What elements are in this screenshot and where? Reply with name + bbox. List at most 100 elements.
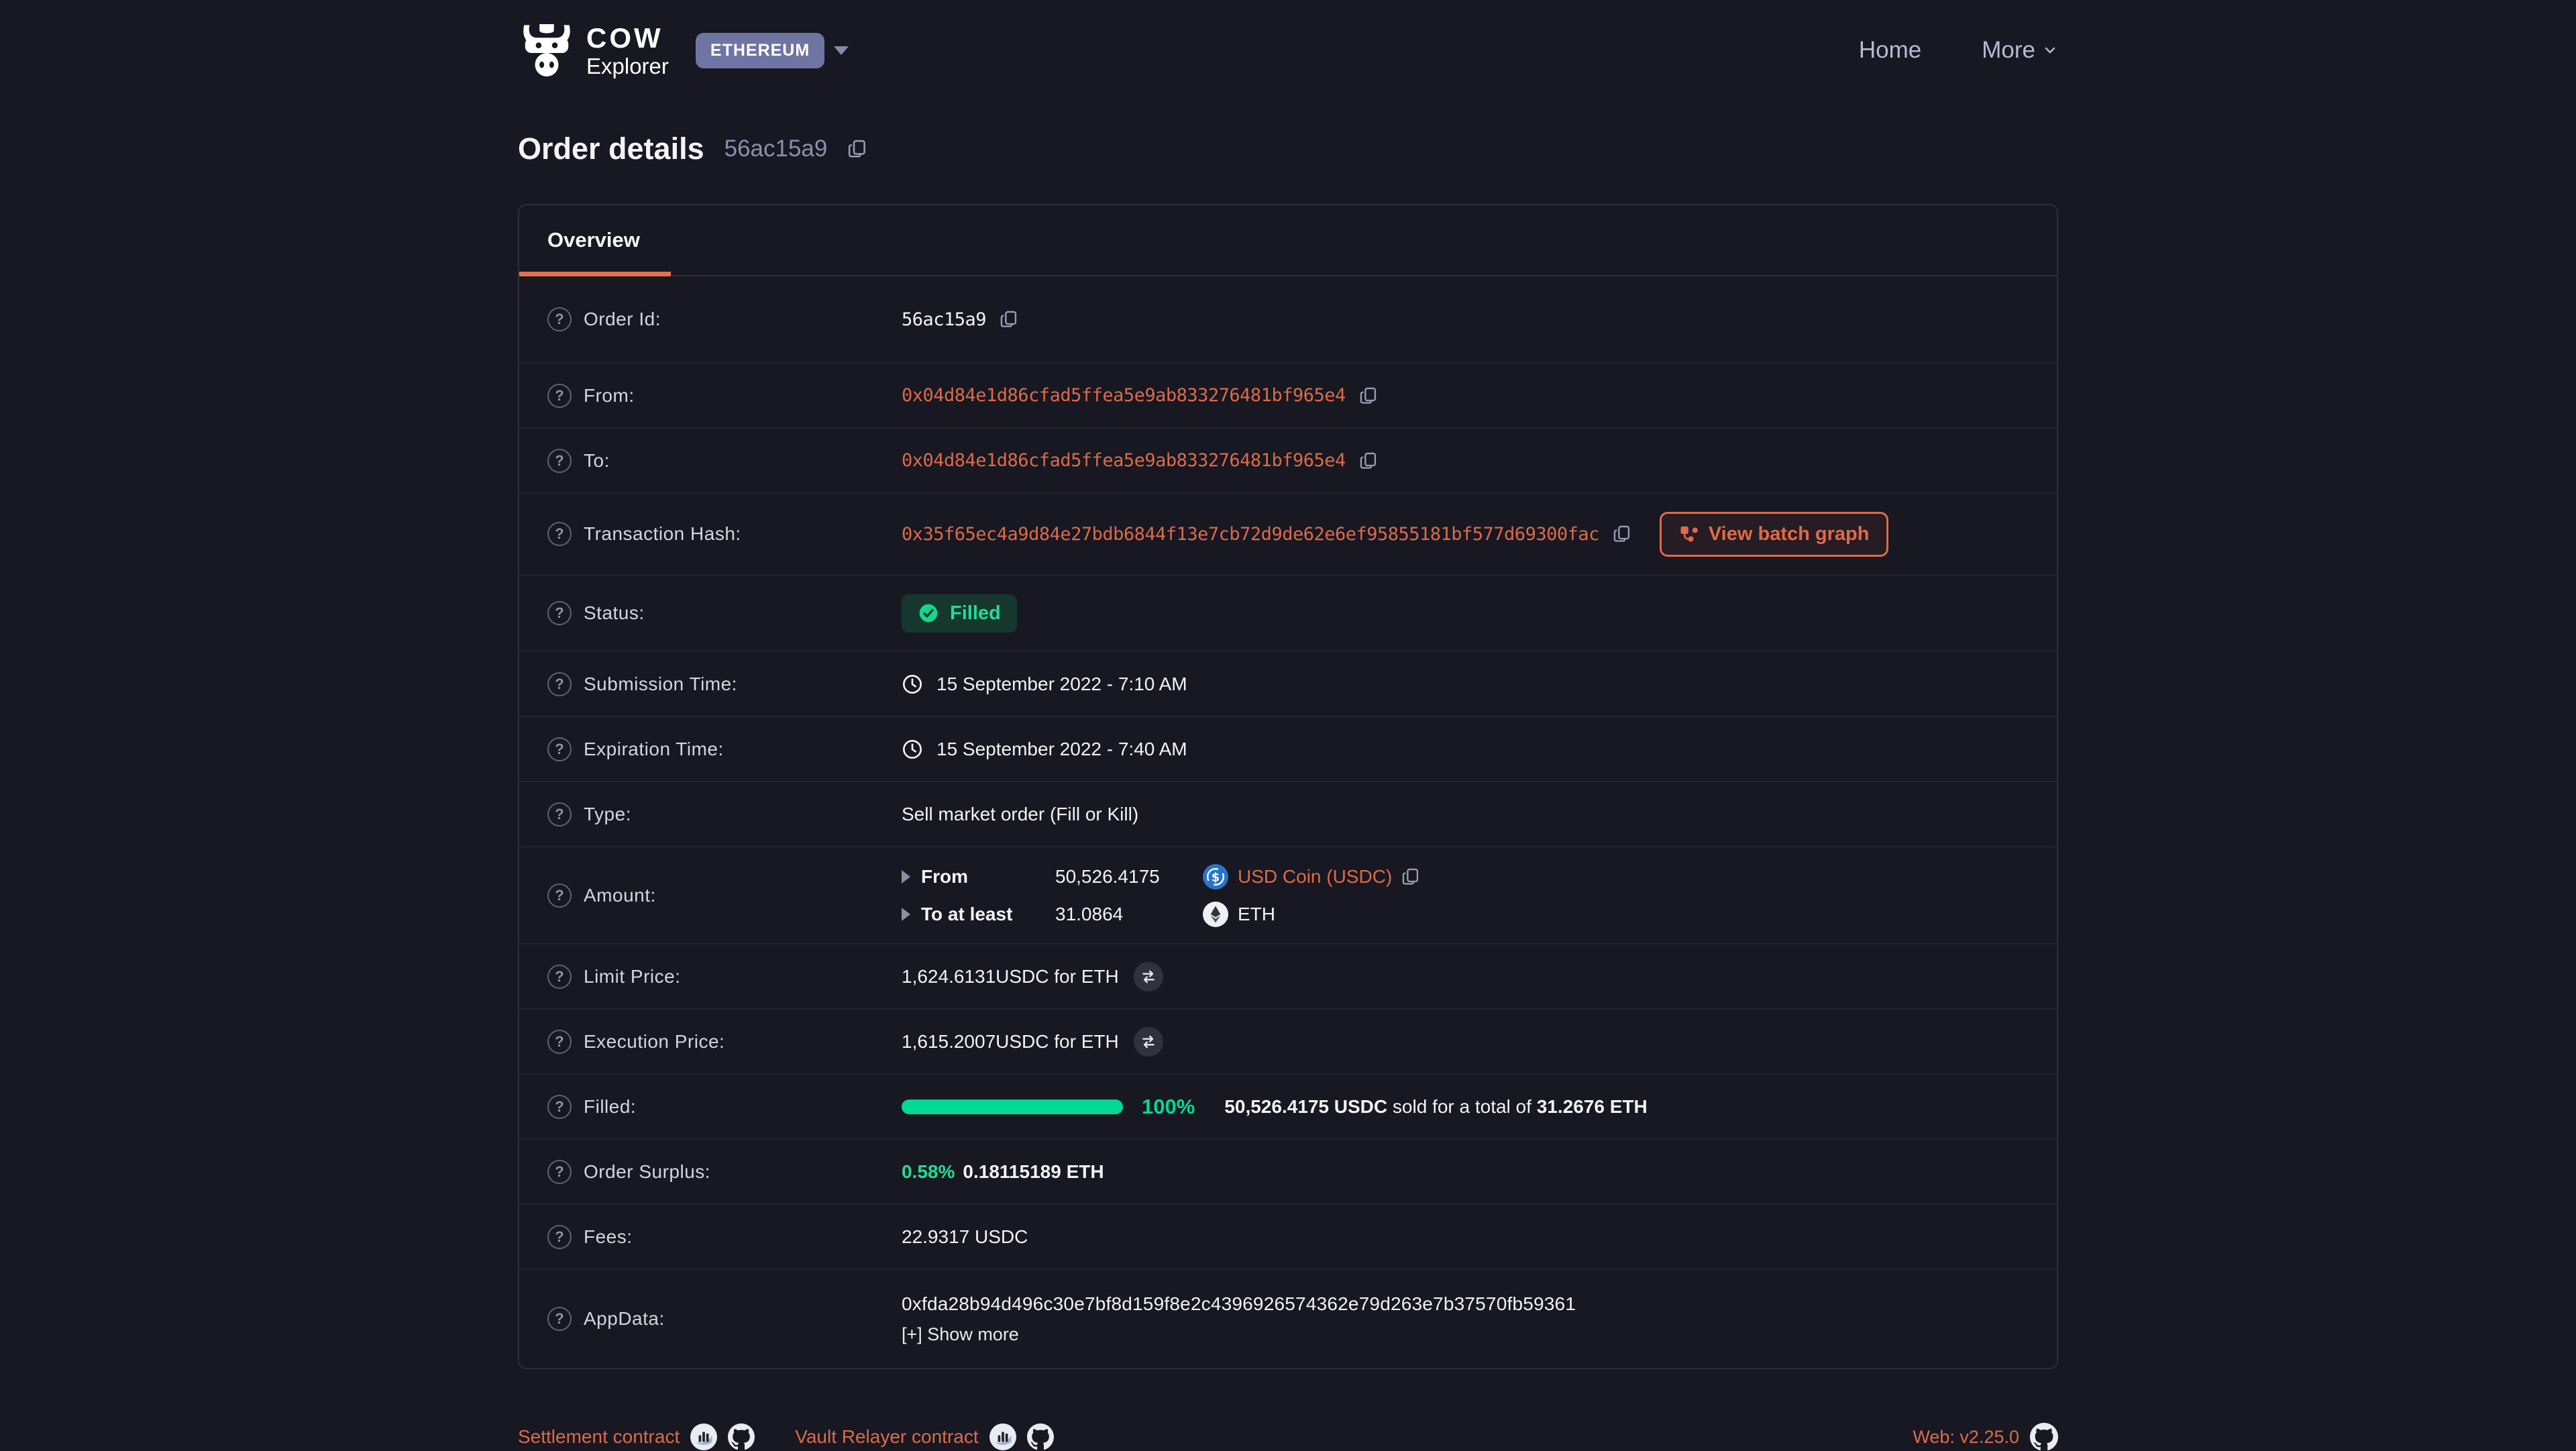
row-label: Limit Price: xyxy=(547,965,902,989)
top-bar: COW Explorer ETHEREUM Home More xyxy=(0,0,2576,79)
logo-line2: Explorer xyxy=(586,55,669,77)
order-id-label: Order Id: xyxy=(584,309,661,330)
settlement-contract-group: Settlement contract xyxy=(518,1423,755,1450)
row-amount: Amount: From 50,526.4175 $ xyxy=(519,846,2057,943)
usdc-token-link[interactable]: $ USD Coin (USDC) xyxy=(1203,864,1392,890)
amount-label: Amount: xyxy=(584,885,656,906)
invert-price-icon[interactable] xyxy=(1134,1027,1163,1057)
vault-relayer-contract-link[interactable]: Vault Relayer contract xyxy=(795,1426,978,1448)
row-from: From: 0x04d84e1d86cfad5ffea5e9ab83327648… xyxy=(519,362,2057,427)
help-icon[interactable] xyxy=(547,1095,572,1119)
type-value: Sell market order (Fill or Kill) xyxy=(902,804,1138,825)
nav-more-label: More xyxy=(1982,37,2035,64)
fees-label: Fees: xyxy=(584,1226,633,1248)
expiration-time-label: Expiration Time: xyxy=(584,739,724,760)
appdata-hash: 0xfda28b94d496c30e7bf8d159f8e2c439692657… xyxy=(902,1293,1576,1315)
view-batch-graph-label: View batch graph xyxy=(1709,523,1870,545)
to-address-link[interactable]: 0x04d84e1d86cfad5ffea5e9ab833276481bf965… xyxy=(902,450,1346,471)
copy-icon[interactable] xyxy=(1613,525,1631,543)
help-icon[interactable] xyxy=(547,601,572,625)
type-label: Type: xyxy=(584,804,631,825)
row-execution-price: Execution Price: 1,615.2007USDC for ETH xyxy=(519,1008,2057,1073)
usdc-token-name: USD Coin (USDC) xyxy=(1238,866,1392,888)
amount-from-line: From 50,526.4175 $ USD Coin (USDC) xyxy=(902,864,1420,890)
row-label: Status: xyxy=(547,601,902,625)
chevron-down-icon xyxy=(2042,42,2058,58)
eth-token-link[interactable]: ETH xyxy=(1203,902,1275,927)
help-icon[interactable] xyxy=(547,449,572,473)
view-batch-graph-button[interactable]: View batch graph xyxy=(1660,512,1889,557)
filled-progress-bar xyxy=(902,1099,1123,1114)
amount-from-label: From xyxy=(921,866,1055,888)
help-icon[interactable] xyxy=(547,307,572,331)
row-label: Order Id: xyxy=(547,307,902,331)
copy-icon[interactable] xyxy=(1359,451,1378,470)
web-version-link[interactable]: Web: v2.25.0 xyxy=(1913,1427,2019,1448)
row-label: Submission Time: xyxy=(547,672,902,696)
logo-wordmark: COW Explorer xyxy=(586,24,669,77)
help-icon[interactable] xyxy=(547,1225,572,1249)
filled-middle-text: sold for a total of xyxy=(1387,1096,1537,1117)
copy-icon[interactable] xyxy=(1401,867,1420,886)
status-value: Filled xyxy=(950,602,1001,625)
github-icon[interactable] xyxy=(728,1423,755,1450)
submission-time-label: Submission Time: xyxy=(584,674,737,695)
nav-home-label: Home xyxy=(1859,37,1921,64)
footer: Settlement contract xyxy=(0,1423,2576,1451)
row-appdata: AppData: 0xfda28b94d496c30e7bf8d159f8e2c… xyxy=(519,1269,2057,1368)
settlement-contract-link[interactable]: Settlement contract xyxy=(518,1426,680,1448)
triangle-right-icon xyxy=(902,908,910,921)
help-icon[interactable] xyxy=(547,522,572,546)
help-icon[interactable] xyxy=(547,802,572,826)
invert-price-icon[interactable] xyxy=(1134,962,1163,991)
copy-icon[interactable] xyxy=(1000,310,1018,329)
usdc-icon: $ xyxy=(1203,864,1228,890)
tx-hash-link[interactable]: 0x35f65ec4a9d84e27bdb6844f13e7cb72d9de62… xyxy=(902,524,1599,545)
cow-explorer-logo[interactable]: COW Explorer xyxy=(518,21,669,79)
network-selector[interactable]: ETHEREUM xyxy=(696,33,849,68)
from-address-link[interactable]: 0x04d84e1d86cfad5ffea5e9ab833276481bf965… xyxy=(902,385,1346,406)
help-icon[interactable] xyxy=(547,672,572,696)
svg-text:$: $ xyxy=(1212,870,1220,884)
tx-hash-label: Transaction Hash: xyxy=(584,523,741,545)
copy-icon[interactable] xyxy=(1359,386,1378,405)
cow-logo-icon xyxy=(518,21,576,79)
help-icon[interactable] xyxy=(547,883,572,908)
filled-label: Filled: xyxy=(584,1096,636,1118)
help-icon[interactable] xyxy=(547,1030,572,1054)
appdata-show-more[interactable]: [+] Show more xyxy=(902,1324,1576,1345)
surplus-percent: 0.58% xyxy=(902,1161,955,1183)
row-label: Order Surplus: xyxy=(547,1160,902,1184)
filled-total-amount: 31.2676 ETH xyxy=(1537,1096,1648,1117)
order-short-id: 56ac15a9 xyxy=(724,136,828,162)
help-icon[interactable] xyxy=(547,384,572,408)
github-icon[interactable] xyxy=(2030,1423,2058,1451)
limit-price-value: 1,624.6131USDC for ETH xyxy=(902,966,1119,987)
submission-time-value: 15 September 2022 - 7:10 AM xyxy=(936,674,1187,695)
row-filled: Filled: 100% 50,526.4175 USDC sold for a… xyxy=(519,1073,2057,1138)
amount-to-line: To at least 31.0864 ETH xyxy=(902,902,1420,927)
status-badge: Filled xyxy=(902,594,1017,633)
help-icon[interactable] xyxy=(547,965,572,989)
help-icon[interactable] xyxy=(547,1307,572,1331)
amount-from-value: 50,526.4175 xyxy=(1055,866,1203,888)
main-nav: Home More xyxy=(1859,37,2058,64)
nav-home-link[interactable]: Home xyxy=(1859,37,1921,64)
filled-summary: 50,526.4175 USDC sold for a total of 31.… xyxy=(1224,1096,1647,1118)
row-tx-hash: Transaction Hash: 0x35f65ec4a9d84e27bdb6… xyxy=(519,492,2057,574)
order-details-card: Overview Order Id: 56ac15a9 From: xyxy=(518,204,2058,1369)
row-fees: Fees: 22.9317 USDC xyxy=(519,1203,2057,1269)
row-label: AppData: xyxy=(547,1307,902,1331)
help-icon[interactable] xyxy=(547,737,572,761)
help-icon[interactable] xyxy=(547,1160,572,1184)
status-label: Status: xyxy=(584,602,645,624)
copy-icon[interactable] xyxy=(847,139,867,159)
footer-version: Web: v2.25.0 xyxy=(1913,1423,2058,1451)
row-label: Execution Price: xyxy=(547,1030,902,1054)
nav-more-menu[interactable]: More xyxy=(1982,37,2058,64)
github-icon[interactable] xyxy=(1027,1423,1054,1450)
etherscan-icon[interactable] xyxy=(690,1423,717,1450)
etherscan-icon[interactable] xyxy=(989,1423,1016,1450)
row-submission-time: Submission Time: 15 September 2022 - 7:1… xyxy=(519,651,2057,716)
tab-overview[interactable]: Overview xyxy=(519,205,671,275)
